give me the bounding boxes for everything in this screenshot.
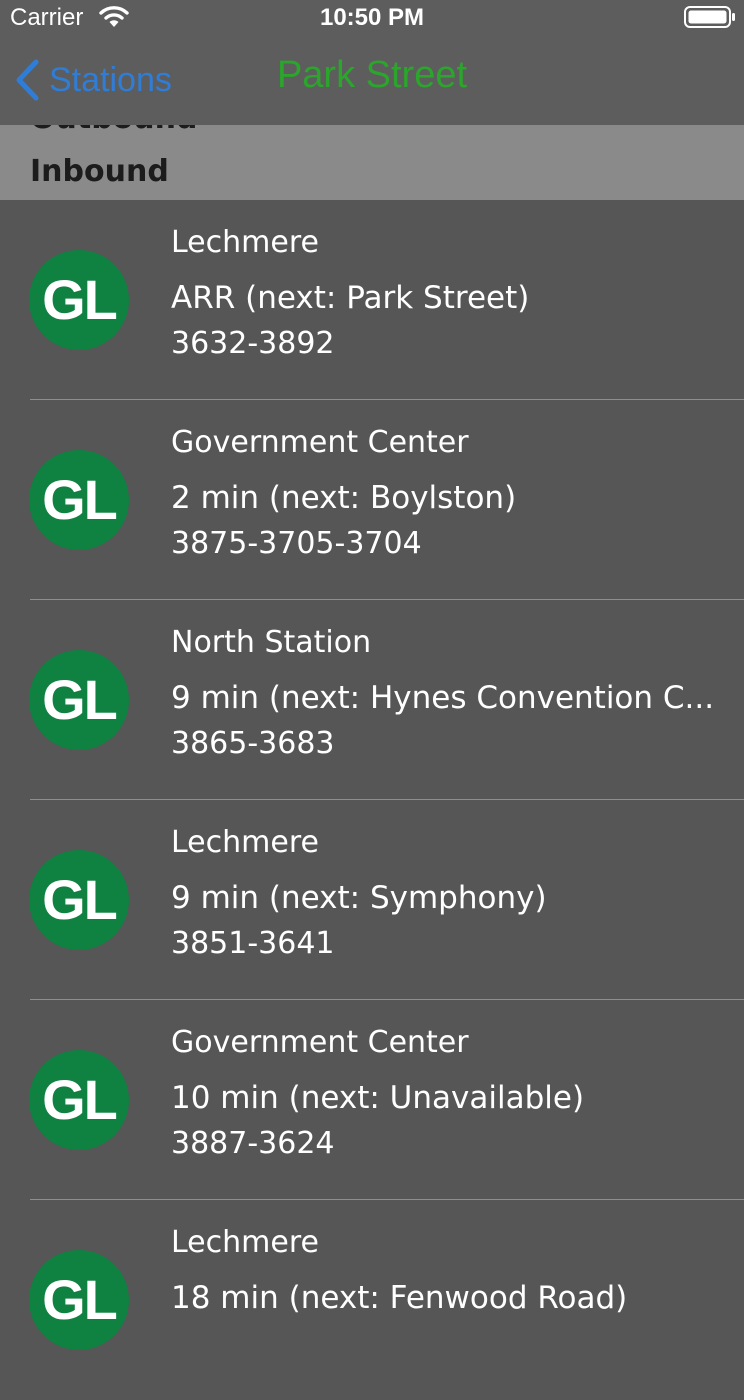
train-car-numbers: 3887-3624 (171, 1126, 335, 1161)
direction-picker[interactable]: Outbound Inbound (0, 125, 744, 200)
train-car-numbers: 3875-3705-3704 (171, 526, 422, 561)
green-line-badge: GL (29, 1050, 129, 1150)
train-car-numbers: 3632-3892 (171, 326, 335, 361)
navigation-bar: Stations Park Street (0, 36, 744, 125)
train-row[interactable]: GL Government Center 10 min (next: Unava… (0, 1000, 744, 1200)
page-title: Park Street (276, 54, 468, 96)
train-car-numbers: 3851-3641 (171, 926, 335, 961)
train-destination: Lechmere (171, 1225, 319, 1260)
green-line-badge: GL (29, 1250, 129, 1350)
train-arrival: 2 min (next: Boylston) (171, 480, 517, 516)
train-row[interactable]: GL North Station 9 min (next: Hynes Conv… (0, 600, 744, 800)
train-arrival: 10 min (next: Unavailable) (171, 1080, 585, 1116)
train-car-numbers: 3865-3683 (171, 726, 335, 761)
battery-icon (684, 6, 735, 28)
train-row[interactable]: GL Government Center 2 min (next: Boylst… (0, 400, 744, 600)
green-line-badge: GL (29, 250, 129, 350)
train-destination: North Station (171, 625, 372, 660)
direction-option-inbound[interactable]: Inbound (30, 154, 169, 189)
train-row[interactable]: GL Lechmere ARR (next: Park Street) 3632… (0, 200, 744, 400)
train-row[interactable]: GL Lechmere 18 min (next: Fenwood Road) (0, 1200, 744, 1400)
train-arrival: 18 min (next: Fenwood Road) (171, 1280, 628, 1316)
green-line-badge: GL (29, 650, 129, 750)
train-list: GL Lechmere ARR (next: Park Street) 3632… (0, 200, 744, 1400)
train-destination: Lechmere (171, 825, 319, 860)
green-line-badge: GL (29, 850, 129, 950)
status-bar: Carrier 10:50 PM (0, 0, 744, 36)
train-destination: Government Center (171, 425, 469, 460)
green-line-badge: GL (29, 450, 129, 550)
direction-option-outbound[interactable]: Outbound (30, 125, 197, 136)
train-arrival: ARR (next: Park Street) (171, 280, 530, 316)
train-destination: Lechmere (171, 225, 319, 260)
status-time: 10:50 PM (319, 4, 425, 31)
train-destination: Government Center (171, 1025, 469, 1060)
train-arrival: 9 min (next: Hynes Convention C... (171, 680, 715, 716)
train-row[interactable]: GL Lechmere 9 min (next: Symphony) 3851-… (0, 800, 744, 1000)
train-arrival: 9 min (next: Symphony) (171, 880, 547, 916)
